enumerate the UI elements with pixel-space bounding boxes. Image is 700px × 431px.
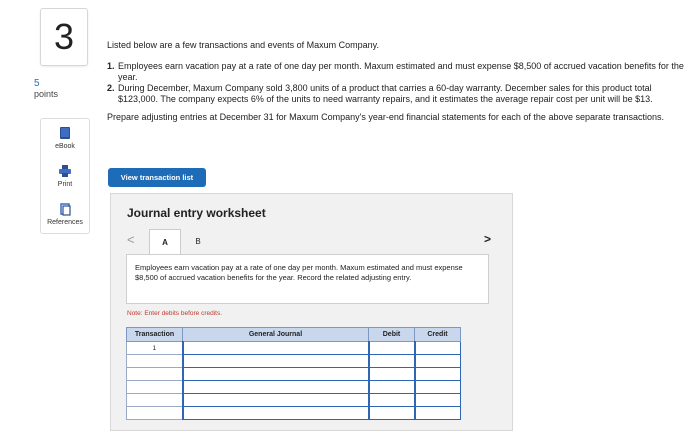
book-icon xyxy=(60,127,70,139)
col-transaction: Transaction xyxy=(126,327,183,342)
debit-input[interactable] xyxy=(367,406,415,420)
transaction-cell: 1 xyxy=(126,341,183,355)
transaction-cell xyxy=(126,354,183,368)
general-journal-table: Transaction General Journal Debit Credit… xyxy=(126,327,461,420)
printer-icon xyxy=(59,165,71,177)
general-journal-input[interactable] xyxy=(181,341,369,355)
table-row xyxy=(126,380,461,394)
debit-input[interactable] xyxy=(367,393,415,407)
item-text: During December, Maxum Company sold 3,80… xyxy=(118,83,653,104)
table-row: 1 xyxy=(126,341,461,355)
col-general-journal: General Journal xyxy=(182,327,369,342)
debit-input[interactable] xyxy=(367,354,415,368)
general-journal-input[interactable] xyxy=(181,354,369,368)
transaction-cell xyxy=(126,367,183,381)
table-row xyxy=(126,406,461,420)
print-label: Print xyxy=(57,181,73,188)
question-number: 3 xyxy=(40,8,88,66)
points-value: 5 xyxy=(34,78,40,89)
references-icon xyxy=(60,203,71,216)
debit-input[interactable] xyxy=(367,380,415,394)
references-button[interactable]: References xyxy=(41,195,89,233)
question-content: Listed below are a few transactions and … xyxy=(107,40,687,123)
tab-a[interactable]: A xyxy=(149,229,181,254)
intro-text: Listed below are a few transactions and … xyxy=(107,40,379,50)
ebook-label: eBook xyxy=(55,143,75,150)
points-label: points xyxy=(34,89,59,99)
credit-input[interactable] xyxy=(413,393,461,407)
item-text: Employees earn vacation pay at a rate of… xyxy=(118,61,684,82)
item-number: 2. xyxy=(107,83,115,93)
table-row xyxy=(126,354,461,368)
item-number: 1. xyxy=(107,61,115,71)
journal-entry-worksheet: Journal entry worksheet < A B > Employee… xyxy=(110,193,513,431)
view-transaction-list-button[interactable]: View transaction list xyxy=(108,168,206,187)
worksheet-title: Journal entry worksheet xyxy=(127,206,266,220)
points-indicator: 5 points xyxy=(34,78,94,100)
credit-input[interactable] xyxy=(413,367,461,381)
credit-input[interactable] xyxy=(413,354,461,368)
general-journal-input[interactable] xyxy=(181,406,369,420)
transaction-cell xyxy=(126,380,183,394)
general-journal-input[interactable] xyxy=(181,367,369,381)
debit-input[interactable] xyxy=(367,341,415,355)
transaction-cell xyxy=(126,406,183,420)
transaction-list: 1. Employees earn vacation pay at a rate… xyxy=(107,61,687,105)
table-row xyxy=(126,393,461,407)
col-debit: Debit xyxy=(368,327,415,342)
credit-input[interactable] xyxy=(413,341,461,355)
prev-arrow-icon[interactable]: < xyxy=(127,232,135,247)
ebook-button[interactable]: eBook xyxy=(41,119,89,157)
print-button[interactable]: Print xyxy=(41,157,89,195)
table-row xyxy=(126,367,461,381)
col-credit: Credit xyxy=(414,327,461,342)
tab-b[interactable]: B xyxy=(185,229,211,253)
general-journal-input[interactable] xyxy=(181,393,369,407)
next-arrow-icon[interactable]: > xyxy=(484,232,491,246)
debit-input[interactable] xyxy=(367,367,415,381)
references-label: References xyxy=(47,219,83,226)
entry-description: Employees earn vacation pay at a rate of… xyxy=(126,254,489,304)
list-item: 2. During December, Maxum Company sold 3… xyxy=(107,83,687,105)
credit-input[interactable] xyxy=(413,380,461,394)
entry-note: Note: Enter debits before credits. xyxy=(127,310,223,317)
general-journal-input[interactable] xyxy=(181,380,369,394)
tools-panel: eBook Print References xyxy=(40,118,90,234)
list-item: 1. Employees earn vacation pay at a rate… xyxy=(107,61,687,83)
credit-input[interactable] xyxy=(413,406,461,420)
transaction-cell xyxy=(126,393,183,407)
instructions-text: Prepare adjusting entries at December 31… xyxy=(107,112,665,122)
